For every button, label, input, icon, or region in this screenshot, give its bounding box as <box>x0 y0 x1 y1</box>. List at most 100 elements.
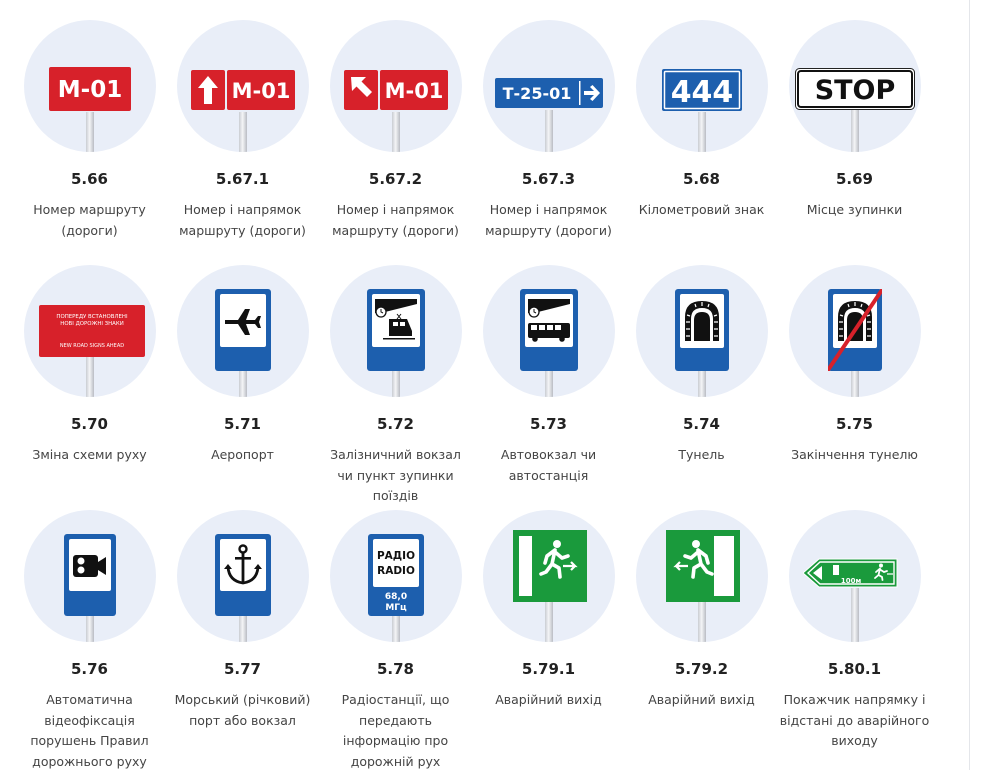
sign-text: ПОПЕРЕДУ ВСТАНОВЛЕНІ <box>56 314 128 320</box>
sign-text: 100м <box>840 577 861 585</box>
sign-card-5-79-1[interactable]: 5.79.1 Аварійний вихід <box>472 510 625 770</box>
sign-disc <box>329 265 462 397</box>
traffic-change-sign: ПОПЕРЕДУ ВСТАНОВЛЕНІ НОВІ ДОРОЖНІ ЗНАКИ … <box>38 305 145 357</box>
sign-code: 5.74 <box>682 415 720 433</box>
route-direction-sign: М-01 <box>190 70 295 110</box>
sign-card-5-76[interactable]: 5.76 Автоматична відеофіксація порушень … <box>13 510 166 770</box>
sign-code: 5.79.2 <box>674 660 729 678</box>
sign-card-5-79-2[interactable]: 5.79.2 Аварійний вихід <box>625 510 778 770</box>
sign-card-5-67-3[interactable]: Т-25-01 5.67.3 Номер і напрямок маршруту… <box>472 20 625 265</box>
sign-text: RADIO <box>377 565 415 577</box>
sign-disc: 444 <box>635 20 768 152</box>
speed-camera-sign <box>63 534 116 616</box>
sign-code: 5.80.1 <box>827 660 882 678</box>
sign-disc: М-01 <box>23 20 156 152</box>
sign-card-5-70[interactable]: ПОПЕРЕДУ ВСТАНОВЛЕНІ НОВІ ДОРОЖНІ ЗНАКИ … <box>13 265 166 510</box>
sign-code: 5.67.3 <box>521 170 576 188</box>
sign-text: МГц <box>385 603 407 613</box>
sign-card-5-74[interactable]: 5.74 Тунель <box>625 265 778 510</box>
bus-station-sign <box>519 289 578 371</box>
sign-code: 5.77 <box>223 660 261 678</box>
sign-code: 5.66 <box>70 170 108 188</box>
sign-card-5-73[interactable]: 5.73 Автовокзал чи автостанція <box>472 265 625 510</box>
sign-row: ПОПЕРЕДУ ВСТАНОВЛЕНІ НОВІ ДОРОЖНІ ЗНАКИ … <box>13 265 933 510</box>
sign-disc: 100м <box>788 510 921 642</box>
sign-text: М-01 <box>231 79 290 103</box>
tunnel-sign <box>674 289 729 371</box>
sign-code: 5.67.2 <box>368 170 423 188</box>
sign-title: Автовокзал чи автостанція <box>500 447 597 483</box>
sign-disc <box>635 510 768 642</box>
sign-card-5-66[interactable]: М-01 5.66 Номер маршруту (дороги) <box>13 20 166 265</box>
sign-row: М-01 5.66 Номер маршруту (дороги) М-01 5… <box>13 20 933 265</box>
railway-station-sign <box>366 289 425 371</box>
sign-text: NEW ROAD SIGNS AHEAD <box>59 343 123 349</box>
sign-text: М-01 <box>57 77 121 103</box>
sign-card-5-67-2[interactable]: М-01 5.67.2 Номер і напрямок маршруту (д… <box>319 20 472 265</box>
sign-title: Автоматична відеофіксація порушень Прави… <box>30 692 149 769</box>
sign-text: РАДІО <box>376 550 414 562</box>
sign-code: 5.76 <box>70 660 108 678</box>
sign-disc: STOP <box>788 20 921 152</box>
radio-station-sign: РАДІО RADIO 68,0 МГц <box>367 534 424 616</box>
sign-disc: РАДІО RADIO 68,0 МГц <box>329 510 462 642</box>
sign-card-5-72[interactable]: 5.72 Залізничний вокзал чи пункт зупинки… <box>319 265 472 510</box>
sign-text: 68,0 <box>384 592 406 602</box>
sign-card-5-77[interactable]: 5.77 Морський (річковий) порт або вокзал <box>166 510 319 770</box>
sign-disc: М-01 <box>176 20 309 152</box>
sign-title: Зміна схеми руху <box>32 447 147 462</box>
sign-code: 5.68 <box>682 170 720 188</box>
end-of-tunnel-sign <box>827 289 882 371</box>
sign-text: Т-25-01 <box>502 84 571 103</box>
sign-title: Тунель <box>678 447 725 462</box>
sign-title: Аварійний вихід <box>495 692 602 707</box>
sign-disc <box>176 265 309 397</box>
sign-disc <box>635 265 768 397</box>
sign-title: Кілометровий знак <box>638 202 765 217</box>
sign-code: 5.70 <box>70 415 108 433</box>
sign-code: 5.78 <box>376 660 414 678</box>
page-right-border <box>969 0 970 770</box>
kilometer-sign: 444 <box>661 69 742 111</box>
route-direction-sign: Т-25-01 <box>494 78 603 108</box>
sign-title: Аеропорт <box>211 447 274 462</box>
route-number-sign: М-01 <box>48 67 131 111</box>
sign-card-5-75[interactable]: 5.75 Закінчення тунелю <box>778 265 931 510</box>
sign-title: Номер і напрямок маршруту (дороги) <box>332 202 459 238</box>
emergency-exit-sign <box>512 530 587 602</box>
route-direction-sign: М-01 <box>343 70 448 110</box>
sign-title: Морський (річковий) порт або вокзал <box>174 692 311 728</box>
seaport-sign <box>214 534 271 616</box>
sign-disc: Т-25-01 <box>482 20 615 152</box>
sign-card-5-80-1[interactable]: 100м 5.80.1 Покажчик напрямку і відстані… <box>778 510 931 770</box>
sign-code: 5.67.1 <box>215 170 270 188</box>
exit-direction-sign: 100м <box>802 558 899 588</box>
sign-disc: М-01 <box>329 20 462 152</box>
sign-title: Закінчення тунелю <box>791 447 918 462</box>
sign-text: НОВІ ДОРОЖНІ ЗНАКИ <box>60 321 123 327</box>
sign-text: STOP <box>814 75 895 106</box>
sign-disc <box>482 510 615 642</box>
sign-code: 5.75 <box>835 415 873 433</box>
sign-code: 5.72 <box>376 415 414 433</box>
sign-card-5-78[interactable]: РАДІО RADIO 68,0 МГц 5.78 Радіостанції, … <box>319 510 472 770</box>
stop-place-sign: STOP <box>794 68 915 110</box>
sign-code: 5.73 <box>529 415 567 433</box>
sign-disc: ПОПЕРЕДУ ВСТАНОВЛЕНІ НОВІ ДОРОЖНІ ЗНАКИ … <box>23 265 156 397</box>
sign-title: Залізничний вокзал чи пункт зупинки поїз… <box>330 447 461 503</box>
sign-disc <box>23 510 156 642</box>
sign-title: Аварійний вихід <box>648 692 755 707</box>
sign-title: Номер маршруту (дороги) <box>33 202 146 238</box>
emergency-exit-sign <box>665 530 740 602</box>
sign-title: Покажчик напрямку і відстані до аварійно… <box>779 692 930 748</box>
sign-card-5-68[interactable]: 444 5.68 Кілометровий знак <box>625 20 778 265</box>
sign-row: 5.76 Автоматична відеофіксація порушень … <box>13 510 933 770</box>
sign-text: 444 <box>670 75 733 110</box>
sign-title: Номер і напрямок маршруту (дороги) <box>179 202 306 238</box>
sign-card-5-67-1[interactable]: М-01 5.67.1 Номер і напрямок маршруту (д… <box>166 20 319 265</box>
sign-title: Радіостанції, що передають інформацію пр… <box>341 692 450 769</box>
sign-grid: М-01 5.66 Номер маршруту (дороги) М-01 5… <box>13 20 933 770</box>
sign-card-5-69[interactable]: STOP 5.69 Місце зупинки <box>778 20 931 265</box>
sign-card-5-71[interactable]: 5.71 Аеропорт <box>166 265 319 510</box>
tunnel-icon <box>684 301 719 341</box>
